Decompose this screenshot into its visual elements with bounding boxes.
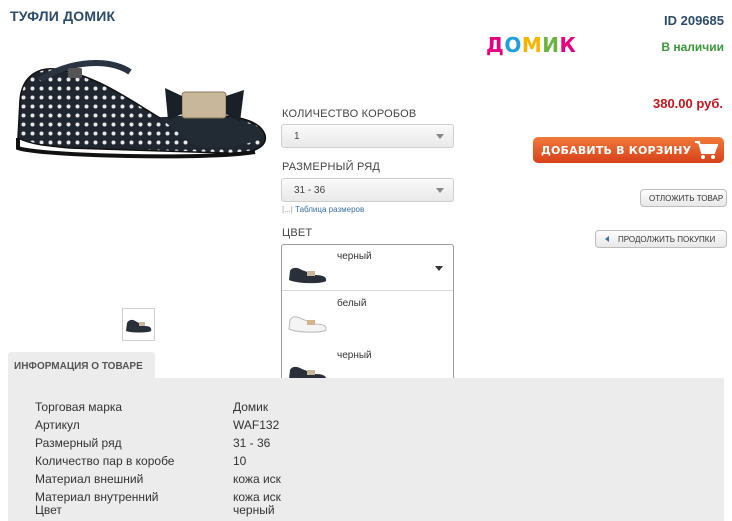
spec-key: Торговая марка (35, 400, 123, 414)
product-thumbnail[interactable] (122, 308, 155, 341)
color-label: ЦВЕТ (282, 227, 313, 239)
quantity-label: КОЛИЧЕСТВО КОРОБОВ (282, 108, 417, 120)
tab-product-info[interactable]: ИНФОРМАЦИЯ О ТОВАРЕ (8, 352, 155, 379)
spec-key: Цвет (35, 503, 62, 517)
size-table-link[interactable]: Таблица размеров (295, 205, 364, 214)
product-main-image[interactable] (10, 30, 272, 180)
color-selected-name: черный (337, 251, 372, 262)
chevron-down-icon (436, 134, 444, 139)
size-table-link-row: |...| Таблица размеров (282, 205, 364, 214)
brand-letter: М (521, 33, 543, 57)
size-label: РАЗМЕРНЫЙ РЯД (282, 161, 381, 173)
add-to-cart-button[interactable]: ДОБАВИТЬ В КОРЗИНУ (533, 137, 724, 163)
color-selected[interactable]: черный (282, 245, 453, 291)
quantity-value: 1 (294, 131, 300, 142)
brand-logo: ДОМИК (486, 33, 576, 57)
spec-value: 31 - 36 (233, 436, 271, 450)
spec-value: WAF132 (233, 418, 280, 432)
spec-key: Количество пар в коробе (35, 454, 175, 468)
continue-shopping-label: ПРОДОЛЖИТЬ ПОКУПКИ (618, 235, 716, 244)
spec-key: Артикул (35, 418, 80, 432)
spec-value: Домик (233, 400, 269, 414)
spec-value: кожа иск (233, 472, 281, 486)
product-title: ТУФЛИ ДОМИК (10, 8, 116, 24)
size-select[interactable]: 31 - 36 (281, 178, 454, 202)
spec-key: Материал внешний (35, 472, 144, 486)
quantity-select[interactable]: 1 (281, 124, 454, 148)
continue-shopping-button[interactable]: ПРОДОЛЖИТЬ ПОКУПКИ (595, 230, 727, 248)
product-id: ID 209685 (664, 13, 724, 28)
spec-value: 10 (233, 454, 247, 468)
spec-key: Материал внутренний (35, 490, 159, 504)
shoe-thumbnail-icon (126, 319, 152, 333)
chevron-left-icon (605, 236, 609, 242)
stock-status: В наличии (661, 40, 724, 54)
brand-letter: Д (486, 33, 505, 57)
white-shoe-swatch-icon (288, 316, 327, 333)
chevron-down-icon (435, 266, 443, 271)
color-option-name: белый (337, 298, 367, 309)
add-to-cart-label: ДОБАВИТЬ В КОРЗИНУ (541, 144, 692, 157)
black-shoe-swatch-icon (289, 267, 327, 284)
brand-letter: И (542, 33, 560, 57)
color-option-name: черный (337, 350, 372, 361)
spec-value: кожа иск (233, 490, 281, 504)
product-price: 380.00 руб. (652, 96, 723, 111)
brand-letter: К (559, 33, 577, 57)
chevron-down-icon (436, 188, 444, 193)
size-table-prefix: |...| (282, 205, 293, 214)
spec-value: черный (233, 503, 275, 517)
color-dropdown[interactable]: черный белый черный (281, 244, 454, 393)
color-option[interactable]: белый (282, 293, 453, 343)
cart-icon (695, 141, 718, 159)
spec-key: Размерный ряд (35, 436, 122, 450)
brand-letter: О (504, 33, 522, 57)
size-value: 31 - 36 (294, 185, 326, 196)
postpone-button[interactable]: ОТЛОЖИТЬ ТОВАР (640, 189, 727, 207)
